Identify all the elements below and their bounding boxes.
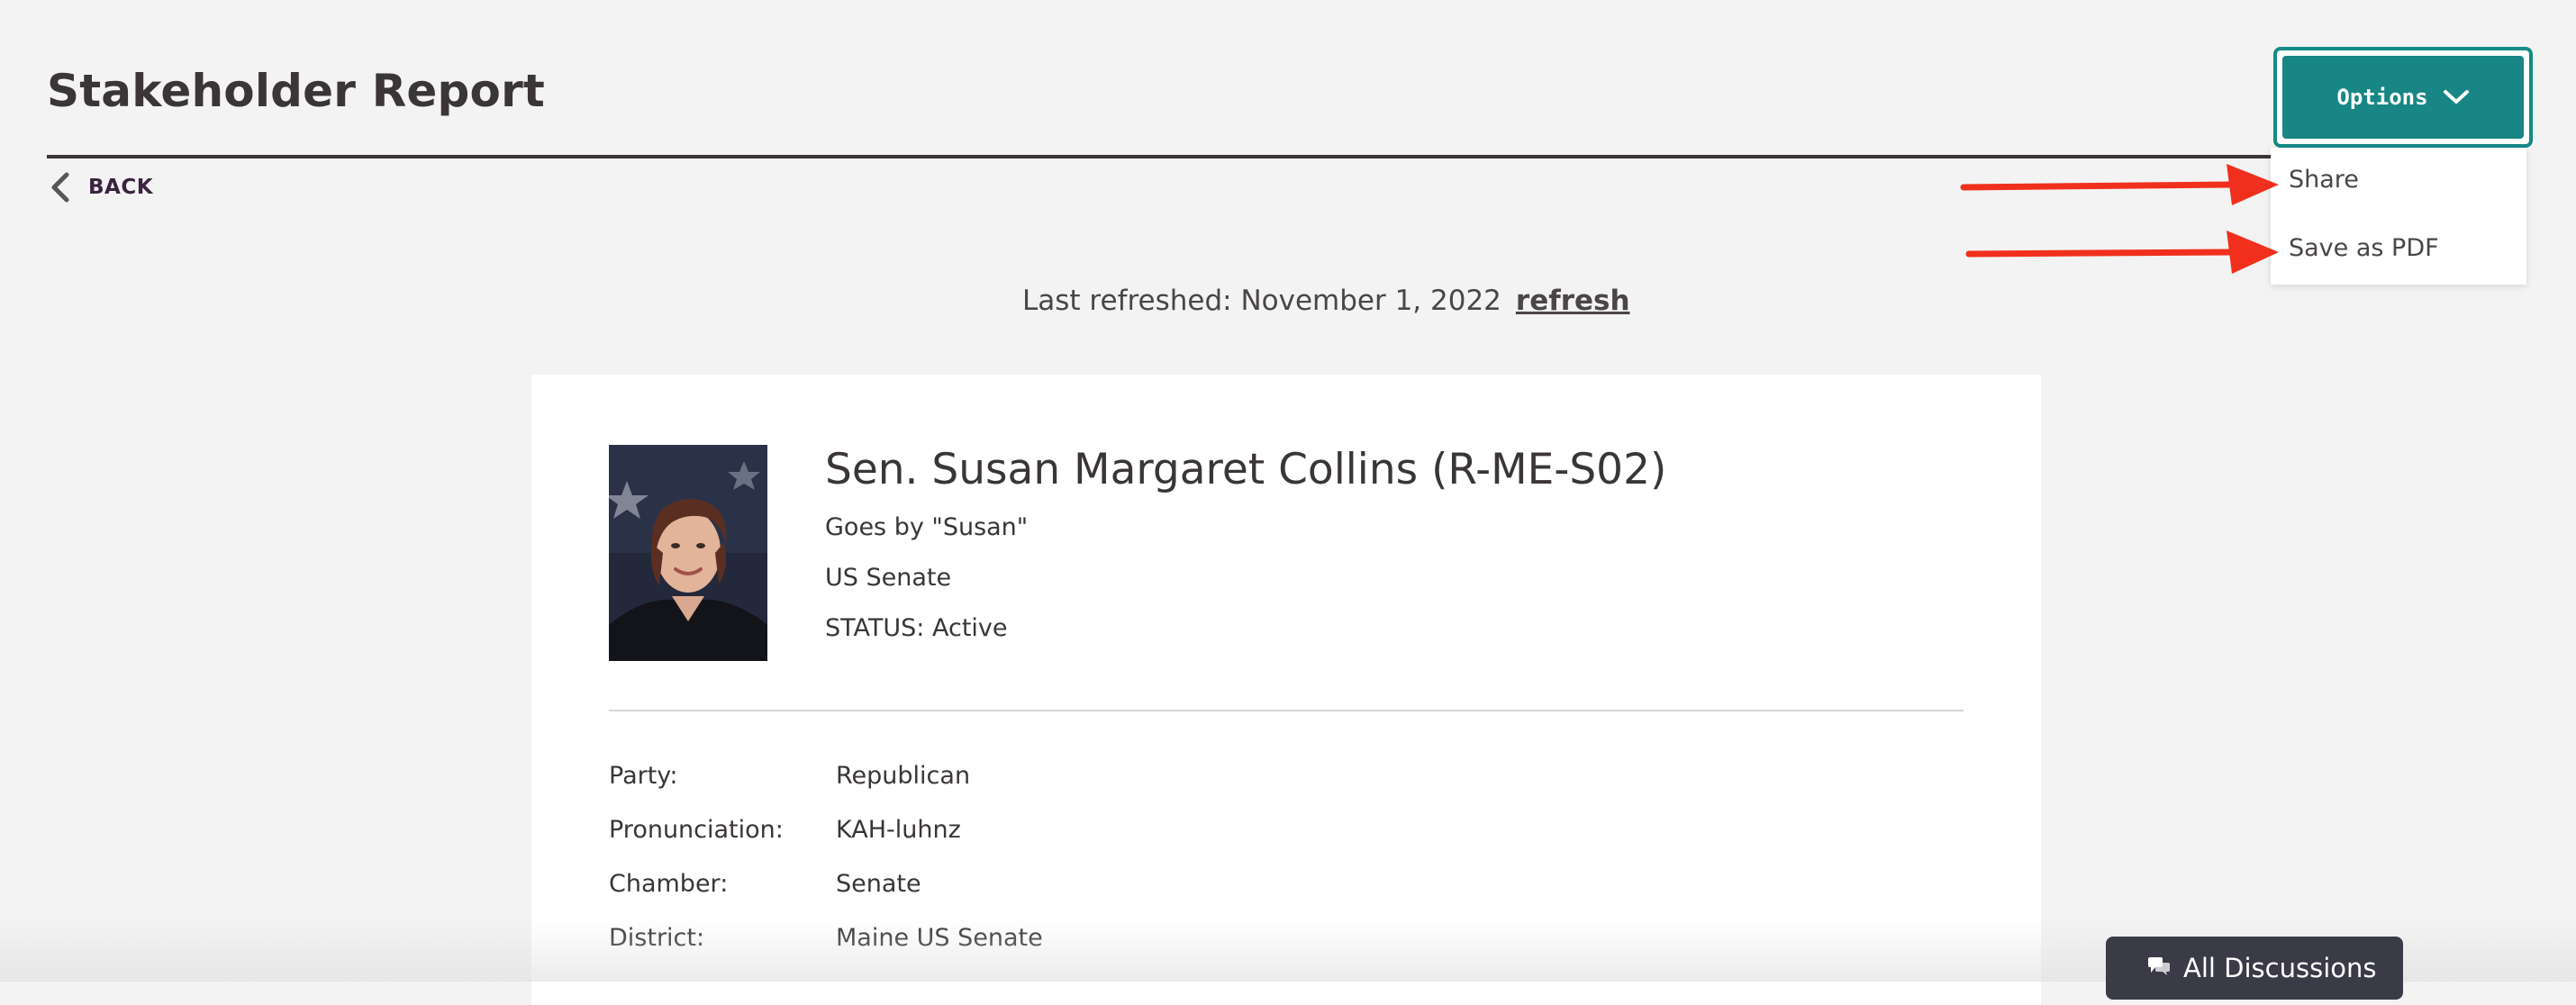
detail-label: District: [609, 924, 705, 952]
options-focus-ring: Options [2273, 47, 2533, 148]
stakeholder-card: Sen. Susan Margaret Collins (R-ME-S02) G… [531, 375, 2041, 1005]
profile-photo [609, 445, 767, 661]
share-menu-item[interactable]: Share [2289, 166, 2359, 194]
stakeholder-name: Sen. Susan Margaret Collins (R-ME-S02) [825, 445, 1667, 494]
annotation-arrows [1960, 164, 2279, 274]
back-label: BACK [88, 176, 154, 199]
detail-label: Chamber: [609, 870, 729, 898]
page-title: Stakeholder Report [47, 65, 546, 117]
arrow-to-save-as-pdf [1965, 231, 2279, 274]
all-discussions-button[interactable]: All Discussions [2106, 937, 2403, 1000]
options-dropdown-menu: Share Save as PDF [2271, 148, 2526, 285]
detail-label: Party: [609, 762, 678, 790]
detail-label: Pronunciation: [609, 816, 784, 844]
refresh-link[interactable]: refresh [1516, 285, 1630, 317]
options-label: Options [2336, 85, 2428, 110]
all-discussions-label: All Discussions [2183, 953, 2377, 983]
title-divider [47, 155, 2272, 158]
back-link[interactable]: BACK [47, 171, 153, 204]
detail-value: Senate [836, 870, 921, 898]
chevron-down-icon [2443, 88, 2470, 106]
last-refreshed-text: Last refreshed: November 1, 2022 [1022, 285, 1501, 317]
card-divider [609, 710, 1964, 711]
status-text: STATUS: Active [825, 614, 1008, 642]
options-button[interactable]: Options [2282, 56, 2524, 139]
nickname-text: Goes by "Susan" [825, 513, 1029, 541]
save-as-pdf-menu-item[interactable]: Save as PDF [2289, 234, 2439, 262]
arrow-to-share [1960, 164, 2279, 205]
chat-bubble-icon [2147, 953, 2171, 976]
legislative-body-text: US Senate [825, 564, 952, 592]
detail-value: Republican [836, 762, 971, 790]
detail-value: KAH-luhnz [836, 816, 961, 844]
chevron-left-icon [47, 171, 76, 204]
detail-value: Maine US Senate [836, 924, 1043, 952]
